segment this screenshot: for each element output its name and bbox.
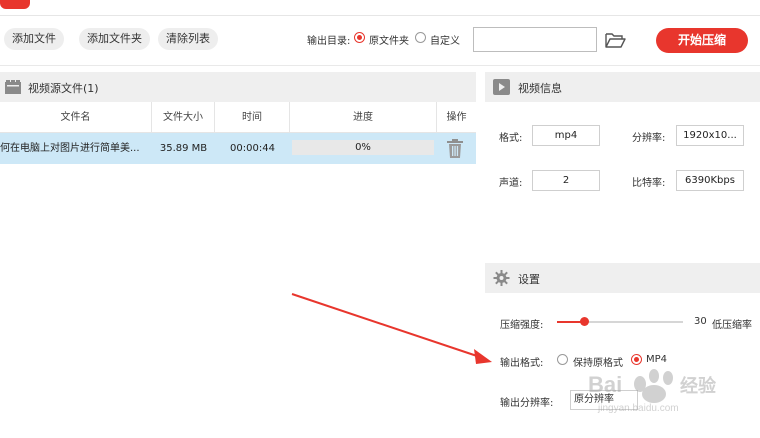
progress-bar: 0% <box>292 140 434 155</box>
file-table-header: 文件名 文件大小 时间 进度 操作 <box>0 102 476 133</box>
channels-label: 声道: <box>499 178 523 189</box>
video-file-icon <box>5 80 21 94</box>
gear-icon <box>493 270 510 286</box>
baidu-paw-logo: Bai 经验 jingyan.baidu.com <box>588 369 717 414</box>
col-actions: 操作 <box>446 112 467 123</box>
bitrate-label: 比特率: <box>632 178 666 189</box>
col-filename[interactable]: 文件名 <box>0 102 152 133</box>
settings-title: 设置 <box>518 273 540 286</box>
progress-value: 0% <box>355 142 371 153</box>
file-list-header: 视频源文件(1) <box>0 72 476 102</box>
svg-text:jingyan.baidu.com: jingyan.baidu.com <box>597 403 679 414</box>
channels-value: 2 <box>532 170 600 191</box>
baidu-watermark: Bai 经验 jingyan.baidu.com <box>588 364 748 416</box>
video-info-title: 视频信息 <box>518 82 562 95</box>
trash-icon[interactable] <box>447 139 463 158</box>
col-duration[interactable]: 时间 <box>215 102 290 133</box>
radio-custom[interactable] <box>415 32 426 43</box>
strength-label: 压缩强度: <box>500 320 544 331</box>
bitrate-value: 6390Kbps <box>676 170 744 191</box>
strength-slider-handle[interactable] <box>580 317 589 326</box>
clear-list-button[interactable]: 清除列表 <box>158 28 218 50</box>
radio-keep-format[interactable] <box>557 354 568 365</box>
strength-value: 30 <box>694 316 707 327</box>
app-logo <box>0 0 30 9</box>
settings-header: 设置 <box>485 263 760 293</box>
play-icon <box>493 79 510 95</box>
file-list-title: 视频源文件(1) <box>28 82 99 95</box>
svg-text:经验: 经验 <box>680 375 717 397</box>
file-size: 35.89 MB <box>159 143 208 154</box>
output-dir-label: 输出目录: <box>307 36 351 47</box>
custom-label: 自定义 <box>430 36 460 47</box>
output-format-label: 输出格式: <box>500 358 544 369</box>
start-compress-button[interactable]: 开始压缩 <box>656 28 748 53</box>
file-name: 何在电脑上对图片进行简单美... <box>0 143 140 154</box>
resolution-value: 1920x10... <box>676 125 744 146</box>
add-folder-button[interactable]: 添加文件夹 <box>79 28 150 50</box>
format-label: 格式: <box>499 133 523 144</box>
folder-open-icon[interactable] <box>604 30 626 50</box>
col-filesize[interactable]: 文件大小 <box>152 102 215 133</box>
file-duration: 00:00:44 <box>230 143 275 154</box>
output-path-input[interactable] <box>473 27 597 52</box>
resolution-label: 分辨率: <box>632 133 666 144</box>
add-file-button[interactable]: 添加文件 <box>4 28 64 50</box>
title-bar <box>0 0 760 16</box>
svg-text:Bai: Bai <box>588 372 622 397</box>
radio-source-folder[interactable] <box>354 32 365 43</box>
table-row[interactable]: 何在电脑上对图片进行简单美... 35.89 MB 00:00:44 0% <box>0 133 476 164</box>
output-resolution-label: 输出分辨率: <box>500 398 554 409</box>
video-info-header: 视频信息 <box>485 72 760 102</box>
source-folder-label: 原文件夹 <box>369 36 409 47</box>
toolbar: 添加文件 添加文件夹 清除列表 输出目录: 原文件夹 自定义 开始压缩 <box>0 16 760 66</box>
strength-hint: 低压缩率 <box>712 320 752 331</box>
format-value: mp4 <box>532 125 600 146</box>
col-progress[interactable]: 进度 <box>290 102 437 133</box>
